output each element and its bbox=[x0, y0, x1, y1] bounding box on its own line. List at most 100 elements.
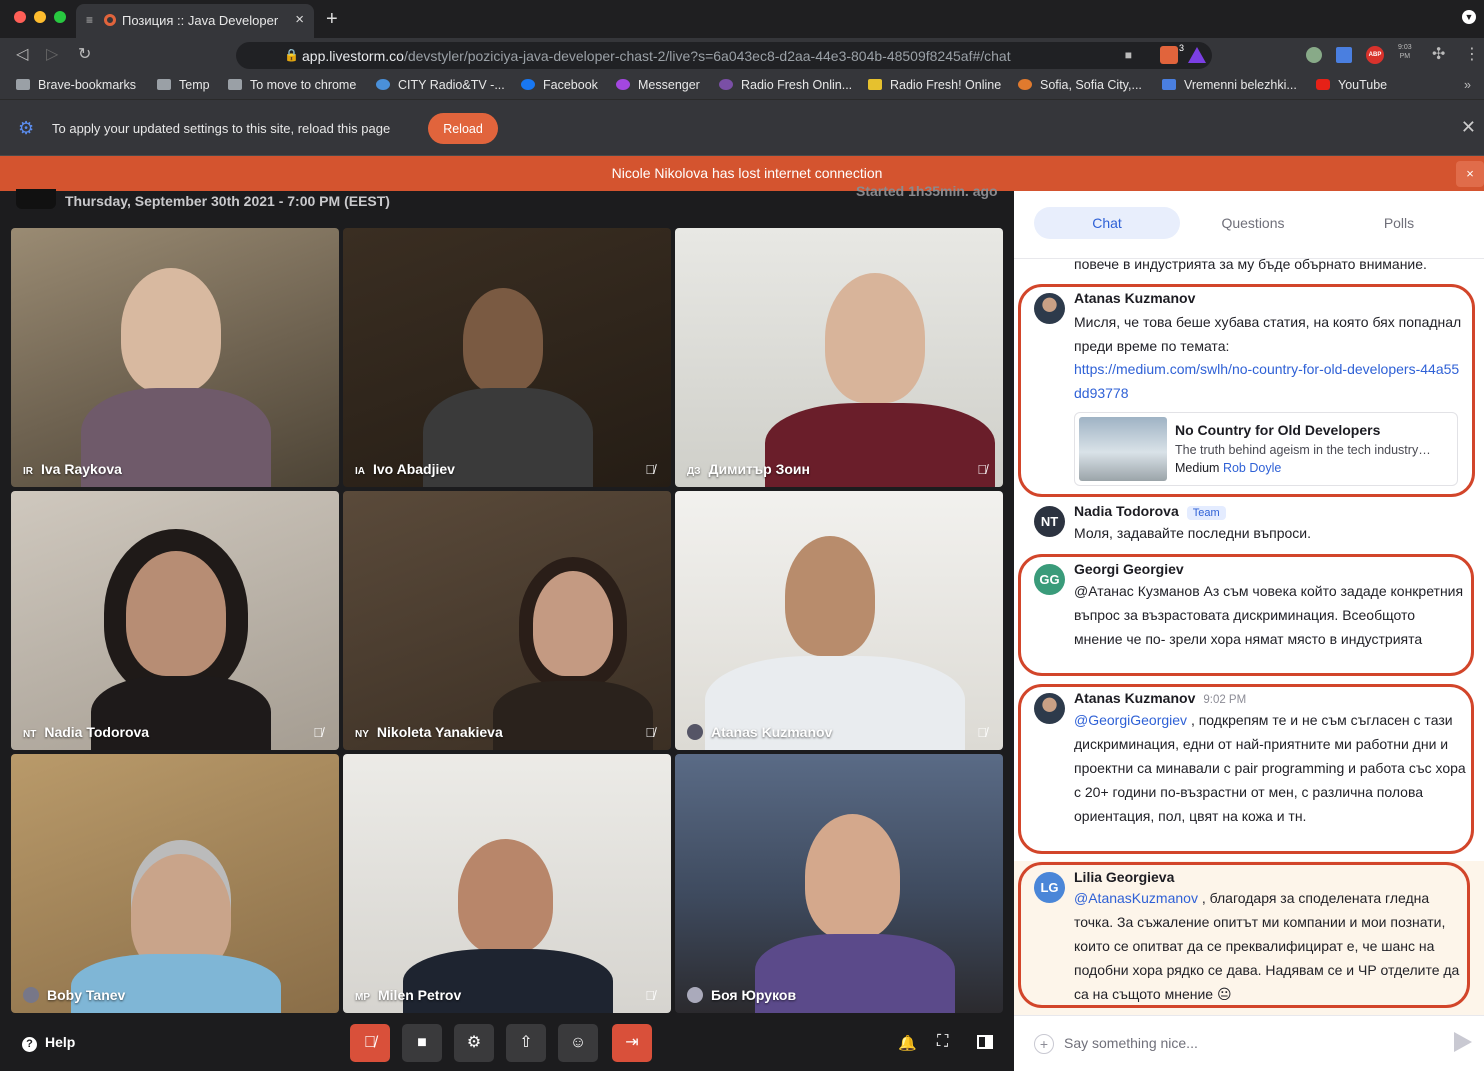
participant-label: NT Nadia Todorova bbox=[23, 724, 150, 740]
participant-label: Боя Юруков bbox=[687, 987, 796, 1003]
menu-icon[interactable]: ⋮ bbox=[1464, 44, 1480, 64]
lock-icon: 🔒 bbox=[284, 48, 299, 62]
sidebar-toggle-icon[interactable] bbox=[977, 1035, 993, 1049]
radio-icon bbox=[719, 79, 733, 90]
message-text: @GeorgiGeorgiev , подкрепям те и не съм … bbox=[1074, 712, 1466, 824]
settings-button[interactable]: ⚙ bbox=[454, 1024, 494, 1062]
help-button[interactable]: ? Help bbox=[22, 1034, 75, 1052]
bookmark-item[interactable]: CITY Radio&TV -... bbox=[376, 78, 505, 92]
tab-close-icon[interactable]: × bbox=[295, 11, 304, 28]
bookmark-item[interactable]: Facebook bbox=[521, 78, 598, 92]
leave-icon: ⇥ bbox=[625, 1034, 639, 1051]
send-icon[interactable] bbox=[1454, 1032, 1472, 1052]
bookmark-item[interactable]: To move to chrome bbox=[228, 78, 356, 92]
gear-icon: ⚙ bbox=[466, 1034, 482, 1051]
more-bookmarks-icon[interactable]: » bbox=[1464, 78, 1471, 92]
mic-off-icon: 🎙̸ bbox=[977, 725, 987, 740]
chat-input[interactable] bbox=[1064, 1028, 1434, 1058]
mic-off-icon: 🎙̸ bbox=[313, 725, 323, 740]
event-started: Started 1h35min. ago bbox=[856, 183, 998, 199]
adblock-icon[interactable]: ABP bbox=[1366, 46, 1384, 64]
zoom-window-button[interactable] bbox=[54, 11, 66, 23]
tab-title: Позиция :: Java Developer - bbox=[122, 13, 282, 28]
mic-off-icon: 🎙̸ bbox=[645, 725, 655, 740]
participant-video bbox=[493, 681, 653, 750]
camera-icon: ■ bbox=[417, 1034, 427, 1051]
bookmark-item[interactable]: Vremenni belezhki... bbox=[1162, 78, 1297, 92]
message-author: Lilia Georgieva bbox=[1074, 869, 1175, 885]
close-window-button[interactable] bbox=[14, 11, 26, 23]
fullscreen-icon[interactable]: ⛶ bbox=[937, 1033, 948, 1051]
message-link[interactable]: https://medium.com/swlh/no-country-for-o… bbox=[1074, 357, 1466, 405]
chat-tabs: Chat Questions Polls bbox=[1014, 191, 1484, 259]
extension-icon[interactable] bbox=[1306, 47, 1322, 63]
share-screen-button[interactable]: ⇧ bbox=[506, 1024, 546, 1062]
bookmark-item[interactable]: Temp bbox=[157, 78, 210, 92]
participant-tile[interactable]: Боя Юруков bbox=[675, 754, 1003, 1013]
mention[interactable]: @GeorgiGeorgiev bbox=[1074, 712, 1187, 728]
participant-label: Atanas Kuzmanov bbox=[687, 724, 832, 740]
close-icon[interactable]: ✕ bbox=[1461, 117, 1476, 138]
tab-search-icon[interactable]: ▼ bbox=[1462, 10, 1476, 24]
translate-icon[interactable] bbox=[1336, 47, 1352, 63]
link-preview[interactable]: No Country for Old Developers The truth … bbox=[1074, 412, 1458, 486]
camera-icon[interactable]: ■ bbox=[1125, 48, 1132, 62]
bookmark-item[interactable]: Brave-bookmarks bbox=[16, 78, 136, 92]
call-controls: ? Help 🎙̸ ■ ⚙ ⇧ ☺ ⇥ 🔔 ⛶ bbox=[0, 1015, 1014, 1071]
browser-tab[interactable]: ≡ Позиция :: Java Developer - × bbox=[76, 4, 314, 38]
participant-tile[interactable]: ДЗ Димитър Зоин 🎙̸ bbox=[675, 228, 1003, 487]
participant-label: ДЗ Димитър Зоин bbox=[687, 461, 810, 477]
participant-video bbox=[805, 814, 900, 939]
participant-tile[interactable]: NY Nikoleta Yanakieva 🎙̸ bbox=[343, 491, 671, 750]
minimize-window-button[interactable] bbox=[34, 11, 46, 23]
avatar: GG bbox=[1034, 564, 1065, 595]
bell-icon[interactable]: 🔔 bbox=[898, 1034, 917, 1052]
gear-icon: ⚙ bbox=[18, 118, 35, 138]
bookmark-item[interactable]: Radio Fresh! Online bbox=[868, 78, 1001, 92]
reload-icon[interactable]: ↻ bbox=[78, 44, 91, 64]
participant-video bbox=[463, 288, 543, 393]
city-icon bbox=[376, 79, 390, 90]
camera-toggle-button[interactable]: ■ bbox=[402, 1024, 442, 1062]
alert-message: Nicole Nikolova has lost internet connec… bbox=[611, 165, 883, 181]
back-icon[interactable]: ◁ bbox=[16, 44, 28, 64]
add-icon[interactable]: + bbox=[1034, 1034, 1054, 1054]
address-bar[interactable]: 🔒 app.livestorm.co/devstyler/poziciya-ja… bbox=[236, 42, 1212, 69]
participant-tile[interactable]: IR Iva Raykova bbox=[11, 228, 339, 487]
tab-chat[interactable]: Chat bbox=[1034, 207, 1180, 239]
extensions-puzzle-icon[interactable]: ✣ bbox=[1432, 44, 1445, 64]
participant-tile[interactable]: MP Milen Petrov 🎙̸ bbox=[343, 754, 671, 1013]
reactions-button[interactable]: ☺ bbox=[558, 1024, 598, 1062]
participant-tile[interactable]: NT Nadia Todorova 🎙̸ bbox=[11, 491, 339, 750]
new-tab-button[interactable]: + bbox=[326, 8, 338, 31]
leave-button[interactable]: ⇥ bbox=[612, 1024, 652, 1062]
youtube-icon bbox=[1316, 79, 1330, 90]
brave-shield-icon[interactable] bbox=[1160, 46, 1178, 64]
infobar-message: To apply your updated settings to this s… bbox=[52, 121, 391, 136]
brave-rewards-icon[interactable] bbox=[1188, 47, 1206, 63]
forward-icon[interactable]: ▷ bbox=[46, 44, 58, 64]
tab-questions[interactable]: Questions bbox=[1180, 207, 1326, 239]
reload-button[interactable]: Reload bbox=[428, 113, 498, 144]
tab-polls[interactable]: Polls bbox=[1326, 207, 1472, 239]
mention[interactable]: @AtanasKuzmanov bbox=[1074, 890, 1198, 906]
participant-label: Boby Tanev bbox=[23, 987, 125, 1003]
avatar bbox=[687, 724, 703, 740]
mic-toggle-button[interactable]: 🎙̸ bbox=[350, 1024, 390, 1062]
bookmark-item[interactable]: Radio Fresh Onlin... bbox=[719, 78, 852, 92]
participant-tile[interactable]: Atanas Kuzmanov 🎙̸ bbox=[675, 491, 1003, 750]
bookmark-item[interactable]: YouTube bbox=[1316, 78, 1387, 92]
avatar bbox=[23, 987, 39, 1003]
preview-title: No Country for Old Developers bbox=[1175, 422, 1381, 438]
emoji-icon: ☺ bbox=[569, 1034, 587, 1051]
participant-video bbox=[403, 949, 613, 1013]
participant-tile[interactable]: IA Ivo Abadjiev 🎙̸ bbox=[343, 228, 671, 487]
url-text: app.livestorm.co/devstyler/poziciya-java… bbox=[302, 48, 1011, 64]
participant-tile[interactable]: Boby Tanev bbox=[11, 754, 339, 1013]
bookmark-item[interactable]: Sofia, Sofia City,... bbox=[1018, 78, 1142, 92]
alert-close-button[interactable]: × bbox=[1456, 161, 1484, 187]
event-date: Thursday, September 30th 2021 - 7:00 PM … bbox=[65, 193, 390, 209]
avatar bbox=[1034, 693, 1065, 724]
bookmark-item[interactable]: Messenger bbox=[616, 78, 700, 92]
event-logo bbox=[16, 189, 56, 209]
